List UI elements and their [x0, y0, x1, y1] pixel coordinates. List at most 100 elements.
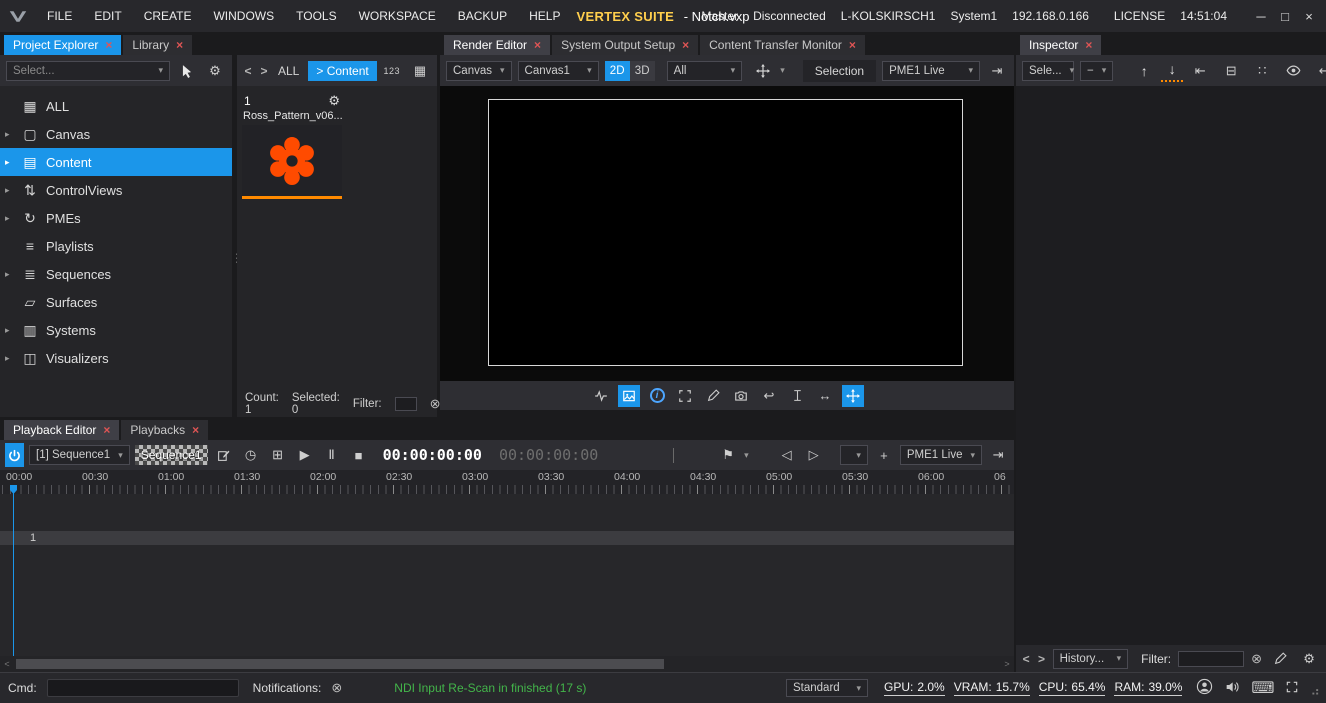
scrollbar-thumb[interactable]: [16, 659, 664, 669]
clear-filter-icon[interactable]: ⊗: [1251, 651, 1262, 667]
tree-item-content[interactable]: ▸ ▤ Content: [0, 148, 232, 176]
chevron-down-icon[interactable]: ▾: [780, 65, 785, 76]
fit-width-icon[interactable]: ↔: [814, 385, 836, 407]
timeline-scrollbar[interactable]: < >: [0, 656, 1014, 672]
tree-item-surfaces[interactable]: ▱ Surfaces: [0, 288, 232, 316]
playback-pme-dropdown[interactable]: PME1 Live ▾: [900, 445, 982, 465]
pause-button[interactable]: Ⅱ: [321, 444, 343, 466]
pan-tool-icon[interactable]: [842, 385, 864, 407]
collapse-all-icon[interactable]: ⊟: [1220, 60, 1242, 82]
browser-filter-input[interactable]: [395, 397, 417, 411]
move-tool-icon[interactable]: [752, 60, 774, 82]
inspector-select-dropdown[interactable]: Sele... ▾: [1022, 61, 1074, 81]
nav-back-icon[interactable]: <: [243, 64, 253, 78]
inspector-filter-input[interactable]: [1178, 651, 1244, 667]
timeline-ruler[interactable]: 00:00 00:30 01:00 01:30 02:00 02:30 03:0…: [0, 470, 1014, 485]
expand-chevron-icon[interactable]: ▸: [5, 157, 18, 168]
tree-item-controlviews[interactable]: ▸ ⇅ ControlViews: [0, 176, 232, 204]
nav-all-button[interactable]: ALL: [275, 64, 302, 78]
clear-notifications-icon[interactable]: ⊗: [331, 680, 342, 696]
edit-icon[interactable]: [1269, 648, 1291, 670]
info-overlay-icon[interactable]: i: [646, 385, 668, 407]
performance-graph-icon[interactable]: [590, 385, 612, 407]
cue-select-dropdown[interactable]: ▾: [840, 445, 868, 465]
menu-edit[interactable]: EDIT: [83, 9, 132, 23]
history-dropdown[interactable]: History... ▾: [1053, 649, 1128, 669]
history-forward-icon[interactable]: >: [1037, 652, 1045, 666]
tab-project-explorer[interactable]: Project Explorer ×: [4, 35, 121, 55]
chevron-down-icon[interactable]: ▾: [744, 450, 749, 461]
tree-item-visualizers[interactable]: ▸ ◫ Visualizers: [0, 344, 232, 372]
keyboard-icon[interactable]: ⌨: [1251, 678, 1274, 698]
profile-dropdown[interactable]: Standard ▾: [786, 679, 868, 697]
pointer-tool-icon[interactable]: [176, 60, 198, 82]
fit-timeline-icon[interactable]: ⊞: [267, 444, 289, 466]
dock-panel-icon[interactable]: ⇥: [986, 60, 1008, 82]
playhead-line[interactable]: [13, 485, 14, 656]
tab-playback-editor[interactable]: Playback Editor ×: [4, 420, 119, 440]
show-content-icon[interactable]: [618, 385, 640, 407]
track-lane[interactable]: [0, 531, 1014, 545]
gear-icon[interactable]: ⚙: [1298, 648, 1320, 670]
resize-grip-icon[interactable]: ⣠: [1310, 680, 1320, 696]
item-thumbnail[interactable]: [242, 125, 342, 199]
grid-view-icon[interactable]: ▦: [409, 60, 431, 82]
tree-item-pmes[interactable]: ▸ ↻ PMEs: [0, 204, 232, 232]
expand-chevron-icon[interactable]: ▸: [5, 269, 18, 280]
expand-chevron-icon[interactable]: ▸: [5, 129, 18, 140]
menu-help[interactable]: HELP: [518, 9, 571, 23]
close-button[interactable]: ×: [1298, 6, 1320, 26]
breadcrumb-content[interactable]: > Content: [308, 61, 376, 81]
inspector-mode-dropdown[interactable]: − ▾: [1080, 61, 1113, 81]
close-tab-icon[interactable]: ×: [192, 423, 199, 437]
menu-workspace[interactable]: WORKSPACE: [348, 9, 447, 23]
revert-icon[interactable]: ↩: [1313, 60, 1326, 82]
timeline-ticks[interactable]: [0, 485, 1014, 494]
stop-button[interactable]: ■: [348, 444, 370, 466]
maximize-button[interactable]: □: [1274, 6, 1296, 26]
gear-icon[interactable]: ⚙: [204, 60, 226, 82]
license-button[interactable]: LICENSE: [1114, 9, 1165, 23]
rename-sequence-icon[interactable]: [213, 444, 235, 466]
move-up-icon[interactable]: ↑: [1133, 60, 1155, 82]
loop-time-icon[interactable]: ◷: [240, 444, 262, 466]
menu-file[interactable]: FILE: [36, 9, 83, 23]
close-tab-icon[interactable]: ×: [682, 38, 689, 52]
history-back-icon[interactable]: <: [1022, 652, 1030, 666]
center-vertical-icon[interactable]: [786, 385, 808, 407]
dock-panel-icon[interactable]: ⇥: [987, 444, 1009, 466]
tree-item-all[interactable]: ▦ ALL: [0, 92, 232, 120]
close-tab-icon[interactable]: ×: [534, 38, 541, 52]
sequence-dropdown[interactable]: [1] Sequence1 ▾: [29, 445, 130, 465]
user-icon[interactable]: [1196, 678, 1213, 698]
item-gear-icon[interactable]: ⚙: [328, 93, 340, 109]
tree-item-playlists[interactable]: ≡ Playlists: [0, 232, 232, 260]
view-2d-button[interactable]: 2D: [605, 61, 630, 81]
close-tab-icon[interactable]: ×: [849, 38, 856, 52]
tab-system-output-setup[interactable]: System Output Setup ×: [552, 35, 698, 55]
dock-left-icon[interactable]: ⇤: [1189, 60, 1211, 82]
close-tab-icon[interactable]: ×: [176, 38, 183, 52]
sequence-name-field[interactable]: Sequence1: [135, 445, 208, 465]
tab-library[interactable]: Library ×: [123, 35, 192, 55]
scroll-left-icon[interactable]: <: [0, 656, 14, 672]
expand-chevron-icon[interactable]: ▸: [5, 185, 18, 196]
play-button[interactable]: ▶: [294, 444, 316, 466]
filter-all-dropdown[interactable]: All ▾: [667, 61, 743, 81]
tree-item-canvas[interactable]: ▸ ▢ Canvas: [0, 120, 232, 148]
canvas-select-dropdown[interactable]: Canvas1 ▾: [518, 61, 599, 81]
canvas-output-rect[interactable]: [488, 99, 963, 366]
tab-render-editor[interactable]: Render Editor ×: [444, 35, 550, 55]
reset-view-icon[interactable]: ↩: [758, 385, 780, 407]
content-item-card[interactable]: 1 ⚙ Ross_Pattern_v06...: [242, 92, 342, 199]
tab-content-transfer-monitor[interactable]: Content Transfer Monitor ×: [700, 35, 865, 55]
fullscreen-icon[interactable]: [1285, 680, 1299, 697]
canvas-type-dropdown[interactable]: Canvas ▾: [446, 61, 512, 81]
expand-chevron-icon[interactable]: ▸: [5, 353, 18, 364]
menu-windows[interactable]: WINDOWS: [202, 9, 285, 23]
nav-forward-icon[interactable]: >: [259, 64, 269, 78]
timeline-tracks-area[interactable]: 1: [0, 494, 1014, 656]
draw-tool-icon[interactable]: [702, 385, 724, 407]
select-dropdown[interactable]: Select... ▾: [6, 61, 170, 81]
tab-playbacks[interactable]: Playbacks ×: [121, 420, 208, 440]
